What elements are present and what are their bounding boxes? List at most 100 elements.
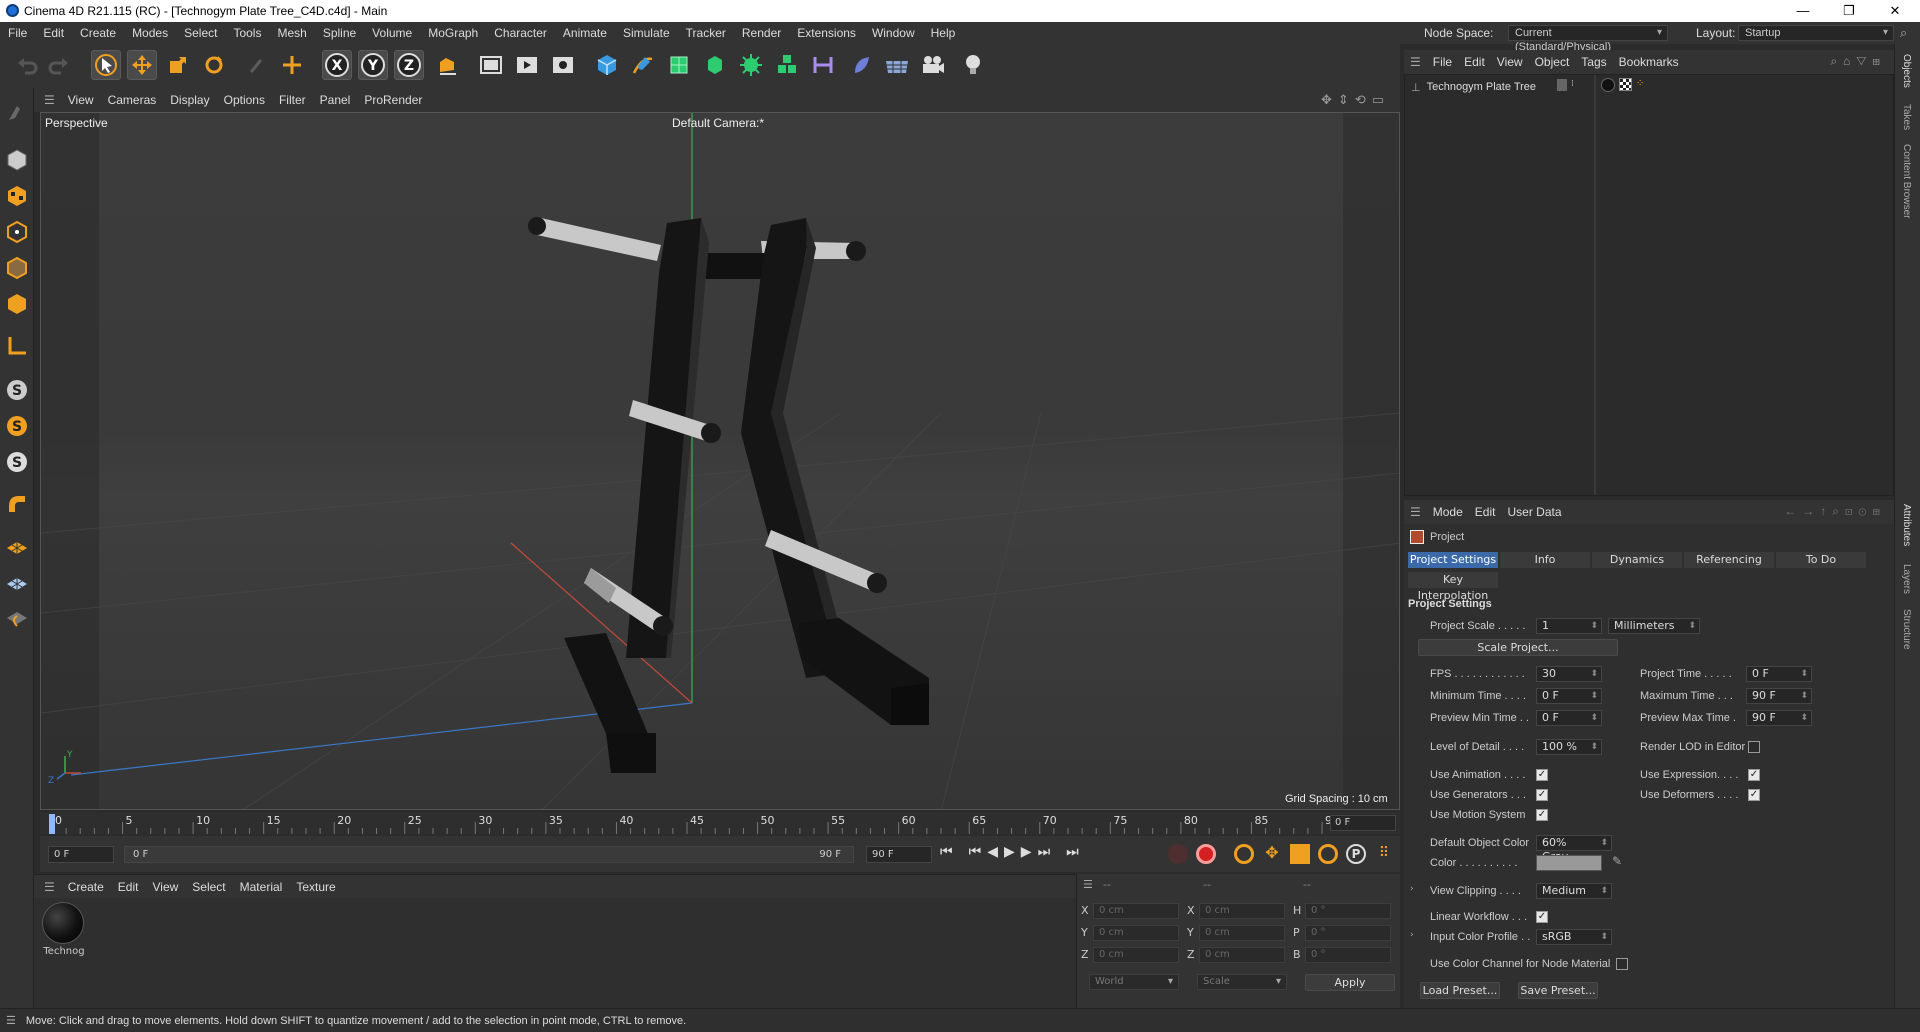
undo-icon[interactable] — [12, 50, 42, 80]
use-motion-system-checkbox[interactable]: ✓ — [1536, 809, 1548, 821]
position-key-icon[interactable]: ✥ — [1262, 844, 1282, 864]
environment-icon[interactable] — [846, 50, 876, 80]
layer-visibility-icon[interactable] — [1557, 79, 1567, 91]
side-tab-takes[interactable]: Takes — [1901, 104, 1912, 130]
pla-key-icon[interactable]: ⠿ — [1374, 844, 1394, 864]
node-space-dropdown[interactable]: Current (Standard/Physical) — [1508, 25, 1668, 53]
go-to-end-icon[interactable]: ⏭ — [1066, 844, 1079, 860]
use-deformers-checkbox[interactable]: ✓ — [1748, 789, 1760, 801]
menu-mograph[interactable]: MoGraph — [420, 26, 486, 40]
render-to-picture-viewer-icon[interactable] — [512, 50, 542, 80]
model-mode-icon[interactable] — [3, 146, 31, 174]
texture-mode-icon[interactable] — [3, 182, 31, 210]
view-clipping-dropdown[interactable]: Medium — [1536, 883, 1612, 899]
use-generators-checkbox[interactable]: ✓ — [1536, 789, 1548, 801]
menu-animate[interactable]: Animate — [555, 26, 615, 40]
object-menu-view[interactable]: View — [1491, 55, 1529, 69]
recent-tool-icon[interactable] — [241, 50, 271, 80]
menu-spline[interactable]: Spline — [315, 26, 364, 40]
move-tool-icon[interactable] — [127, 50, 157, 80]
axis-mode-icon[interactable] — [3, 332, 31, 360]
side-tab-objects[interactable]: Objects — [1901, 54, 1912, 88]
view-clipping-expand-icon[interactable]: › — [1410, 884, 1414, 894]
scale-project-button[interactable]: Scale Project... — [1418, 639, 1618, 656]
redo-icon[interactable] — [44, 50, 74, 80]
subdivision-surface-icon[interactable] — [664, 50, 694, 80]
polygons-mode-icon[interactable] — [3, 290, 31, 318]
cube-primitive-icon[interactable] — [592, 50, 622, 80]
coordinate-system-icon[interactable] — [432, 50, 462, 80]
input-color-profile-expand-icon[interactable]: › — [1410, 930, 1414, 940]
material-thumbnail[interactable]: Technog — [42, 902, 86, 957]
material-menu-texture[interactable]: Texture — [289, 880, 342, 894]
side-tab-attributes[interactable]: Attributes — [1901, 504, 1912, 546]
autokeying-icon[interactable] — [1196, 844, 1216, 864]
coord-pos-x-field[interactable]: 0 cm — [1093, 903, 1179, 919]
snap-settings-icon[interactable]: S — [3, 412, 31, 440]
minimum-time-field[interactable]: 0 F — [1536, 688, 1602, 704]
color-swatch[interactable] — [1536, 855, 1602, 871]
material-menu-view[interactable]: View — [145, 880, 185, 894]
material-panel-menu-icon[interactable]: ☰ — [34, 880, 61, 894]
add-object-icon[interactable] — [277, 50, 307, 80]
coord-pos-y-field[interactable]: 0 cm — [1093, 925, 1179, 941]
next-key-icon[interactable]: ⏭ — [1038, 844, 1051, 860]
floor-icon[interactable] — [882, 50, 912, 80]
viewport-camera-label[interactable]: Default Camera:* — [672, 116, 764, 130]
material-menu-select[interactable]: Select — [185, 880, 232, 894]
object-menu-edit[interactable]: Edit — [1458, 55, 1491, 69]
coord-system-dropdown[interactable]: World — [1089, 974, 1179, 990]
attributes-nav-icons[interactable]: ←→↑⌕⊡⊙⊞ — [1784, 504, 1886, 519]
points-mode-icon[interactable] — [3, 218, 31, 246]
preview-min-time-field[interactable]: 0 F — [1536, 710, 1602, 726]
phong-tag-icon[interactable]: ⁘ — [1636, 78, 1644, 89]
workplane-icon[interactable] — [3, 532, 31, 560]
object-panel-menu-icon[interactable]: ☰ — [1404, 55, 1427, 69]
lock-z-axis-button[interactable]: Z — [394, 50, 424, 80]
menu-character[interactable]: Character — [486, 26, 555, 40]
side-tab-structure[interactable]: Structure — [1901, 609, 1912, 650]
coordinates-menu-icon[interactable]: ☰ — [1083, 878, 1093, 891]
object-menu-tags[interactable]: Tags — [1575, 55, 1612, 69]
minimize-button[interactable]: — — [1780, 0, 1826, 22]
scale-tool-icon[interactable] — [163, 50, 193, 80]
project-scale-field[interactable]: 1 — [1536, 618, 1602, 634]
status-menu-icon[interactable]: ☰ — [0, 1014, 26, 1027]
coord-apply-button[interactable]: Apply — [1305, 974, 1395, 991]
project-time-field[interactable]: 0 F — [1746, 666, 1812, 682]
previous-key-icon[interactable]: ⏮ — [969, 844, 982, 860]
render-lod-checkbox[interactable] — [1748, 741, 1760, 753]
coord-size-y-field[interactable]: 0 cm — [1199, 925, 1285, 941]
planar-workplane-icon[interactable] — [3, 604, 31, 632]
pen-spline-icon[interactable] — [628, 50, 658, 80]
close-button[interactable]: ✕ — [1872, 0, 1918, 22]
material-menu-edit[interactable]: Edit — [111, 880, 146, 894]
tab-dynamics[interactable]: Dynamics — [1592, 552, 1682, 568]
object-row-plate-tree[interactable]: ⊥ Technogym Plate Tree — [1411, 79, 1536, 95]
eyedropper-icon[interactable]: ✎ — [1612, 854, 1622, 868]
object-menu-bookmarks[interactable]: Bookmarks — [1613, 55, 1685, 69]
render-view-icon[interactable] — [476, 50, 506, 80]
coord-pos-z-field[interactable]: 0 cm — [1093, 947, 1179, 963]
cloner-icon[interactable] — [736, 50, 766, 80]
material-tag-icon[interactable] — [1601, 78, 1615, 92]
rotate-tool-icon[interactable] — [199, 50, 229, 80]
viewport-menu-display[interactable]: Display — [163, 93, 216, 107]
tab-project-settings[interactable]: Project Settings — [1408, 552, 1498, 568]
viewport-menu-filter[interactable]: Filter — [272, 93, 313, 107]
record-active-objects-icon[interactable] — [1168, 844, 1188, 864]
keyframe-selection-icon[interactable] — [1234, 844, 1254, 864]
next-frame-icon[interactable]: ▶ — [1021, 844, 1032, 860]
menu-mesh[interactable]: Mesh — [269, 26, 314, 40]
material-menu-material[interactable]: Material — [233, 880, 290, 894]
snap-icon[interactable]: S — [3, 376, 31, 404]
menu-window[interactable]: Window — [864, 26, 923, 40]
menu-help[interactable]: Help — [923, 26, 964, 40]
coord-size-x-field[interactable]: 0 cm — [1199, 903, 1285, 919]
lock-x-axis-button[interactable]: X — [322, 50, 352, 80]
scale-key-icon[interactable] — [1290, 844, 1310, 864]
menu-tools[interactable]: Tools — [225, 26, 269, 40]
maximum-time-field[interactable]: 90 F — [1746, 688, 1812, 704]
viewport-panel-menu-icon[interactable]: ☰ — [34, 93, 61, 107]
attributes-menu-edit[interactable]: Edit — [1469, 505, 1502, 519]
